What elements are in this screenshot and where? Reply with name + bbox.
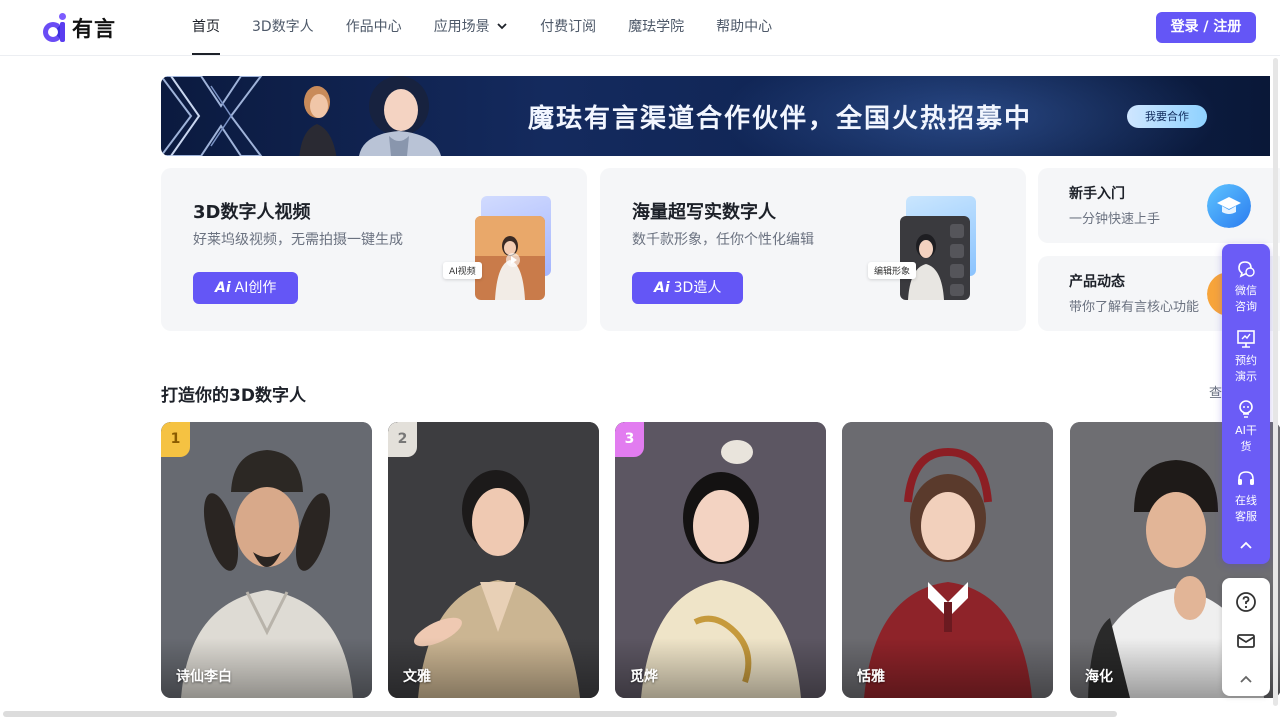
avatar-thumbnail (900, 216, 970, 300)
feature-card-3d-video[interactable]: 3D数字人视频 好莱坞级视频，无需拍摄一键生成 Ai AI创作 AI视频 (161, 168, 587, 331)
avatar-card-miye[interactable]: 3 觅烨 (615, 422, 826, 698)
horizontal-scrollbar[interactable] (3, 711, 1117, 717)
help-icon[interactable] (1234, 590, 1258, 614)
nav-item-academy[interactable]: 魔珐学院 (612, 0, 700, 56)
side-item-label: 在线客服 (1235, 494, 1257, 523)
avatar-name: 恬雅 (857, 669, 885, 685)
rank-badge: 3 (615, 422, 644, 457)
feature-card-title: 海量超写实数字人 (632, 202, 776, 223)
lightbulb-icon (1239, 400, 1253, 418)
mini-card-subtitle: 带你了解有言核心功能 (1069, 300, 1200, 315)
button-label: AI创作 (234, 280, 277, 296)
feature-tag: 编辑形象 (868, 262, 917, 279)
side-item-label: AI干货 (1235, 424, 1257, 453)
partner-banner[interactable]: 魔珐有言渠道合作伙伴，全国火热招募中 我要合作 (161, 76, 1270, 156)
feature-card-realistic-avatar[interactable]: 海量超写实数字人 数千款形象，任你个性化编辑 Ai 3D造人 编辑形象 (600, 168, 1026, 331)
nav-item-subscription[interactable]: 付费订阅 (524, 0, 612, 56)
mini-card-title: 新手入门 (1069, 186, 1125, 202)
nav-item-label: 3D数字人 (252, 19, 314, 35)
vertical-scrollbar[interactable] (1273, 58, 1278, 706)
3d-create-avatar-button[interactable]: Ai 3D造人 (632, 272, 744, 304)
logo-mark-icon (42, 13, 68, 43)
page: 有言 首页 3D数字人 作品中心 应用场景 付费订阅 魔珐学院 帮助中心 登录 … (0, 0, 1280, 720)
mail-icon[interactable] (1234, 629, 1258, 653)
wechat-chat-icon (1238, 261, 1255, 278)
book-demo-button[interactable]: 预约演示 (1222, 328, 1270, 385)
avatar-name: 海化 (1085, 669, 1113, 685)
feature-card-title: 3D数字人视频 (193, 202, 311, 223)
avatar-name: 文雅 (403, 669, 431, 685)
nav-item-label: 魔珐学院 (628, 19, 685, 35)
banner-x-graphic (161, 76, 263, 156)
avatar-card-libai[interactable]: 1 诗仙李白 (161, 422, 372, 698)
banner-title: 魔珐有言渠道合作伙伴，全国火热招募中 (528, 104, 1033, 134)
button-label: 3D造人 (673, 280, 722, 296)
ai-tips-button[interactable]: AI干货 (1222, 398, 1270, 455)
feature-tag: AI视频 (443, 262, 482, 279)
ai-badge-icon: Ai (654, 280, 670, 296)
nav-item-label: 首页 (192, 19, 220, 35)
nav-item-3d-avatar[interactable]: 3D数字人 (236, 0, 330, 56)
nav-item-label: 应用场景 (433, 19, 490, 35)
rank-badge: 1 (161, 422, 190, 457)
chevron-up-icon[interactable] (1239, 540, 1253, 550)
mini-card-title: 产品动态 (1069, 274, 1125, 290)
nav-item-label: 帮助中心 (716, 19, 773, 35)
mini-card-subtitle: 一分钟快速上手 (1069, 212, 1161, 227)
logo-text: 有言 (72, 17, 116, 41)
banner-avatar-2 (359, 76, 441, 156)
avatar-name: 诗仙李白 (176, 669, 232, 685)
feature-card-subtitle: 数千款形象，任你个性化编辑 (632, 232, 814, 248)
presentation-icon (1237, 330, 1255, 348)
back-to-top-icon[interactable] (1234, 668, 1258, 692)
nav-item-scenarios[interactable]: 应用场景 (418, 0, 524, 56)
nav-item-works[interactable]: 作品中心 (330, 0, 418, 56)
beginner-guide-card[interactable]: 新手入门 一分钟快速上手 (1038, 168, 1280, 243)
section-title: 打造你的3D数字人 (161, 386, 306, 406)
video-preview-illustration: AI视频 (443, 192, 563, 310)
avatar-card-wenya[interactable]: 2 文雅 (388, 422, 599, 698)
logo[interactable]: 有言 (42, 12, 116, 44)
nav-active-underline (192, 53, 220, 55)
main-nav: 首页 3D数字人 作品中心 应用场景 付费订阅 魔珐学院 帮助中心 (176, 0, 788, 56)
avatar-card-tianya[interactable]: 恬雅 (842, 422, 1053, 698)
headset-icon (1238, 471, 1254, 485)
nav-item-label: 付费订阅 (540, 19, 597, 35)
wechat-consult-button[interactable]: 微信咨询 (1222, 258, 1270, 315)
avatar-editor-illustration: 编辑形象 (868, 192, 988, 310)
ai-badge-icon: Ai (215, 280, 231, 296)
chevron-down-icon (497, 23, 507, 30)
banner-avatar-1 (299, 86, 337, 156)
top-header: 有言 首页 3D数字人 作品中心 应用场景 付费订阅 魔珐学院 帮助中心 登录 … (0, 0, 1280, 56)
graduation-cap-icon (1207, 184, 1251, 228)
online-support-button[interactable]: 在线客服 (1222, 468, 1270, 525)
login-register-button[interactable]: 登录 / 注册 (1156, 12, 1256, 43)
feature-card-subtitle: 好莱坞级视频，无需拍摄一键生成 (193, 232, 403, 248)
nav-item-home[interactable]: 首页 (176, 0, 236, 56)
partner-cta-button[interactable]: 我要合作 (1127, 105, 1207, 128)
side-item-label: 微信咨询 (1235, 284, 1257, 313)
nav-item-label: 作品中心 (345, 19, 402, 35)
nav-item-help[interactable]: 帮助中心 (700, 0, 788, 56)
video-thumbnail (475, 216, 545, 300)
floating-contact-panel: 微信咨询 预约演示 AI干货 在线客服 (1222, 244, 1270, 564)
avatar-name: 觅烨 (630, 669, 658, 685)
rank-badge: 2 (388, 422, 417, 457)
ai-create-button[interactable]: Ai AI创作 (193, 272, 299, 304)
floating-tools-panel (1222, 578, 1270, 696)
side-item-label: 预约演示 (1235, 354, 1257, 383)
